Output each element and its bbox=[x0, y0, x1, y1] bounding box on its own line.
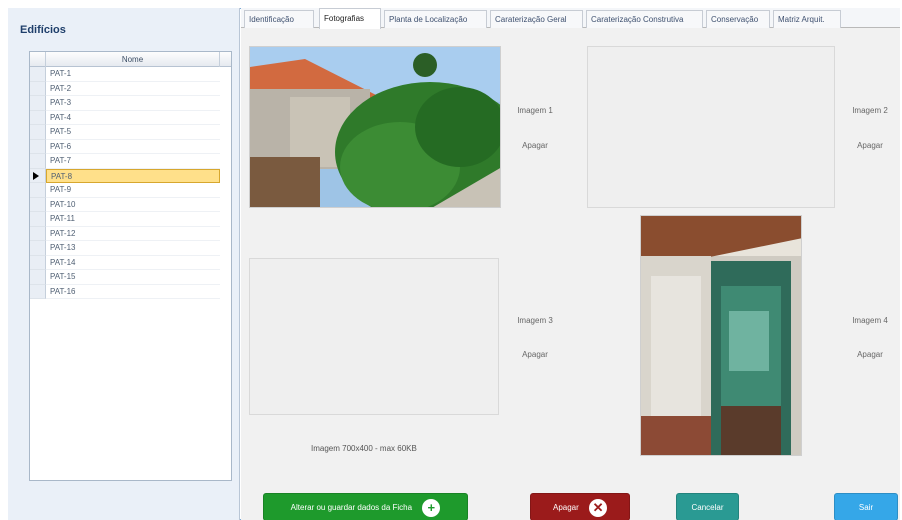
row-header[interactable] bbox=[30, 226, 46, 241]
photo-1-image bbox=[250, 47, 500, 207]
grid-rows: PAT-1 PAT-2 PAT-3 PAT-4 PAT-5 PAT-6 PAT-7 PAT-8… bbox=[30, 67, 231, 299]
row-header[interactable] bbox=[30, 139, 46, 154]
row-name-cell[interactable]: PAT-4 bbox=[46, 111, 220, 125]
image-1-label: Imagem 1 bbox=[517, 106, 553, 115]
row-name-cell[interactable]: PAT-7 bbox=[46, 154, 220, 169]
tab-identifica-o[interactable]: Identificação bbox=[244, 10, 314, 28]
table-row[interactable]: PAT-15 bbox=[30, 270, 231, 285]
row-name-cell[interactable]: PAT-6 bbox=[46, 140, 220, 154]
row-header[interactable] bbox=[30, 212, 46, 227]
row-name-cell[interactable]: PAT-14 bbox=[46, 256, 220, 270]
delete-button[interactable]: Apagar ✕ bbox=[530, 493, 630, 520]
image-3-label: Imagem 3 bbox=[517, 316, 553, 325]
image-4-label: Imagem 4 bbox=[852, 316, 888, 325]
photo-2-slot[interactable] bbox=[587, 46, 835, 208]
tab-carateriza-o-construtiva[interactable]: Caraterização Construtiva bbox=[586, 10, 703, 28]
table-row[interactable]: PAT-14 bbox=[30, 255, 231, 270]
save-button[interactable]: Alterar ou guardar dados da Ficha + bbox=[263, 493, 468, 520]
image-size-note: Imagem 700x400 - max 60KB bbox=[311, 444, 417, 453]
row-header[interactable] bbox=[30, 270, 46, 285]
photo-1[interactable] bbox=[249, 46, 501, 208]
exit-button[interactable]: Sair bbox=[834, 493, 898, 520]
row-header[interactable] bbox=[30, 110, 46, 125]
grid-header: Nome bbox=[30, 52, 231, 67]
table-row[interactable]: PAT-8 bbox=[30, 168, 231, 183]
save-button-label: Alterar ou guardar dados da Ficha bbox=[290, 503, 413, 512]
table-row[interactable]: PAT-11 bbox=[30, 212, 231, 227]
buildings-panel: Edifícios Nome PAT-1 PAT-2 PAT-3 PAT-4 PAT-5… bbox=[8, 8, 240, 520]
delete-button-label: Apagar bbox=[552, 503, 579, 512]
delete-image-1-link[interactable]: Apagar bbox=[505, 141, 565, 150]
column-header-name[interactable]: Nome bbox=[46, 52, 220, 67]
tab-planta-de-localiza-o[interactable]: Planta de Localização bbox=[384, 10, 487, 28]
delete-image-2-link[interactable]: Apagar bbox=[840, 141, 900, 150]
tab-matriz-arquit-[interactable]: Matriz Arquit. bbox=[773, 10, 841, 28]
table-row[interactable]: PAT-6 bbox=[30, 139, 231, 154]
tab-carateriza-o-geral[interactable]: Caraterização Geral bbox=[490, 10, 583, 28]
cancel-button[interactable]: Cancelar bbox=[676, 493, 739, 520]
table-row[interactable]: PAT-16 bbox=[30, 284, 231, 299]
row-name-cell[interactable]: PAT-10 bbox=[46, 198, 220, 212]
close-icon: ✕ bbox=[589, 498, 608, 517]
row-name-cell[interactable]: PAT-3 bbox=[46, 96, 220, 111]
table-row[interactable]: PAT-2 bbox=[30, 81, 231, 96]
row-header[interactable] bbox=[30, 284, 46, 299]
tab-conserva-o[interactable]: Conservação bbox=[706, 10, 770, 28]
row-name-cell[interactable]: PAT-1 bbox=[46, 67, 220, 82]
table-row[interactable]: PAT-7 bbox=[30, 154, 231, 169]
row-header[interactable] bbox=[30, 67, 46, 82]
detail-area: Identificação Fotografias Planta de Locali… bbox=[241, 8, 900, 520]
table-row[interactable]: PAT-12 bbox=[30, 226, 231, 241]
buildings-grid: Nome PAT-1 PAT-2 PAT-3 PAT-4 PAT-5 PAT-6 PAT-7… bbox=[29, 51, 232, 481]
grid-corner[interactable] bbox=[30, 52, 46, 67]
row-name-cell[interactable]: PAT-15 bbox=[46, 270, 220, 285]
row-header[interactable] bbox=[30, 183, 46, 198]
row-name-cell[interactable]: PAT-2 bbox=[46, 82, 220, 96]
current-row-indicator[interactable] bbox=[30, 168, 46, 183]
row-name-cell[interactable]: PAT-11 bbox=[46, 212, 220, 227]
delete-image-4-link[interactable]: Apagar bbox=[840, 350, 900, 359]
photo-4-image bbox=[641, 216, 801, 455]
photo-3-slot[interactable] bbox=[249, 258, 499, 415]
tab-fotografias[interactable]: Fotografias bbox=[319, 8, 381, 29]
row-header[interactable] bbox=[30, 154, 46, 169]
panel-title: Edifícios bbox=[20, 24, 66, 36]
row-name-cell[interactable]: PAT-8 bbox=[46, 168, 220, 183]
delete-image-3-link[interactable]: Apagar bbox=[505, 350, 565, 359]
tab-strip: Identificação Fotografias Planta de Locali… bbox=[241, 8, 900, 29]
row-header[interactable] bbox=[30, 241, 46, 256]
exit-button-label: Sair bbox=[858, 503, 874, 512]
row-header[interactable] bbox=[30, 255, 46, 270]
table-row[interactable]: PAT-4 bbox=[30, 110, 231, 125]
row-header[interactable] bbox=[30, 197, 46, 212]
table-row[interactable]: PAT-5 bbox=[30, 125, 231, 140]
cancel-button-label: Cancelar bbox=[691, 503, 724, 512]
row-name-cell[interactable]: PAT-5 bbox=[46, 125, 220, 140]
photo-4[interactable] bbox=[640, 215, 802, 456]
plus-icon: + bbox=[422, 498, 441, 517]
image-2-label: Imagem 2 bbox=[852, 106, 888, 115]
table-row[interactable]: PAT-13 bbox=[30, 241, 231, 256]
table-row[interactable]: PAT-3 bbox=[30, 96, 231, 111]
row-header[interactable] bbox=[30, 81, 46, 96]
row-name-cell[interactable]: PAT-9 bbox=[46, 183, 220, 198]
table-row[interactable]: PAT-1 bbox=[30, 67, 231, 82]
row-header[interactable] bbox=[30, 125, 46, 140]
table-row[interactable]: PAT-10 bbox=[30, 197, 231, 212]
row-name-cell[interactable]: PAT-16 bbox=[46, 285, 220, 299]
row-name-cell[interactable]: PAT-13 bbox=[46, 241, 220, 256]
row-header[interactable] bbox=[30, 96, 46, 111]
table-row[interactable]: PAT-9 bbox=[30, 183, 231, 198]
row-name-cell[interactable]: PAT-12 bbox=[46, 227, 220, 241]
